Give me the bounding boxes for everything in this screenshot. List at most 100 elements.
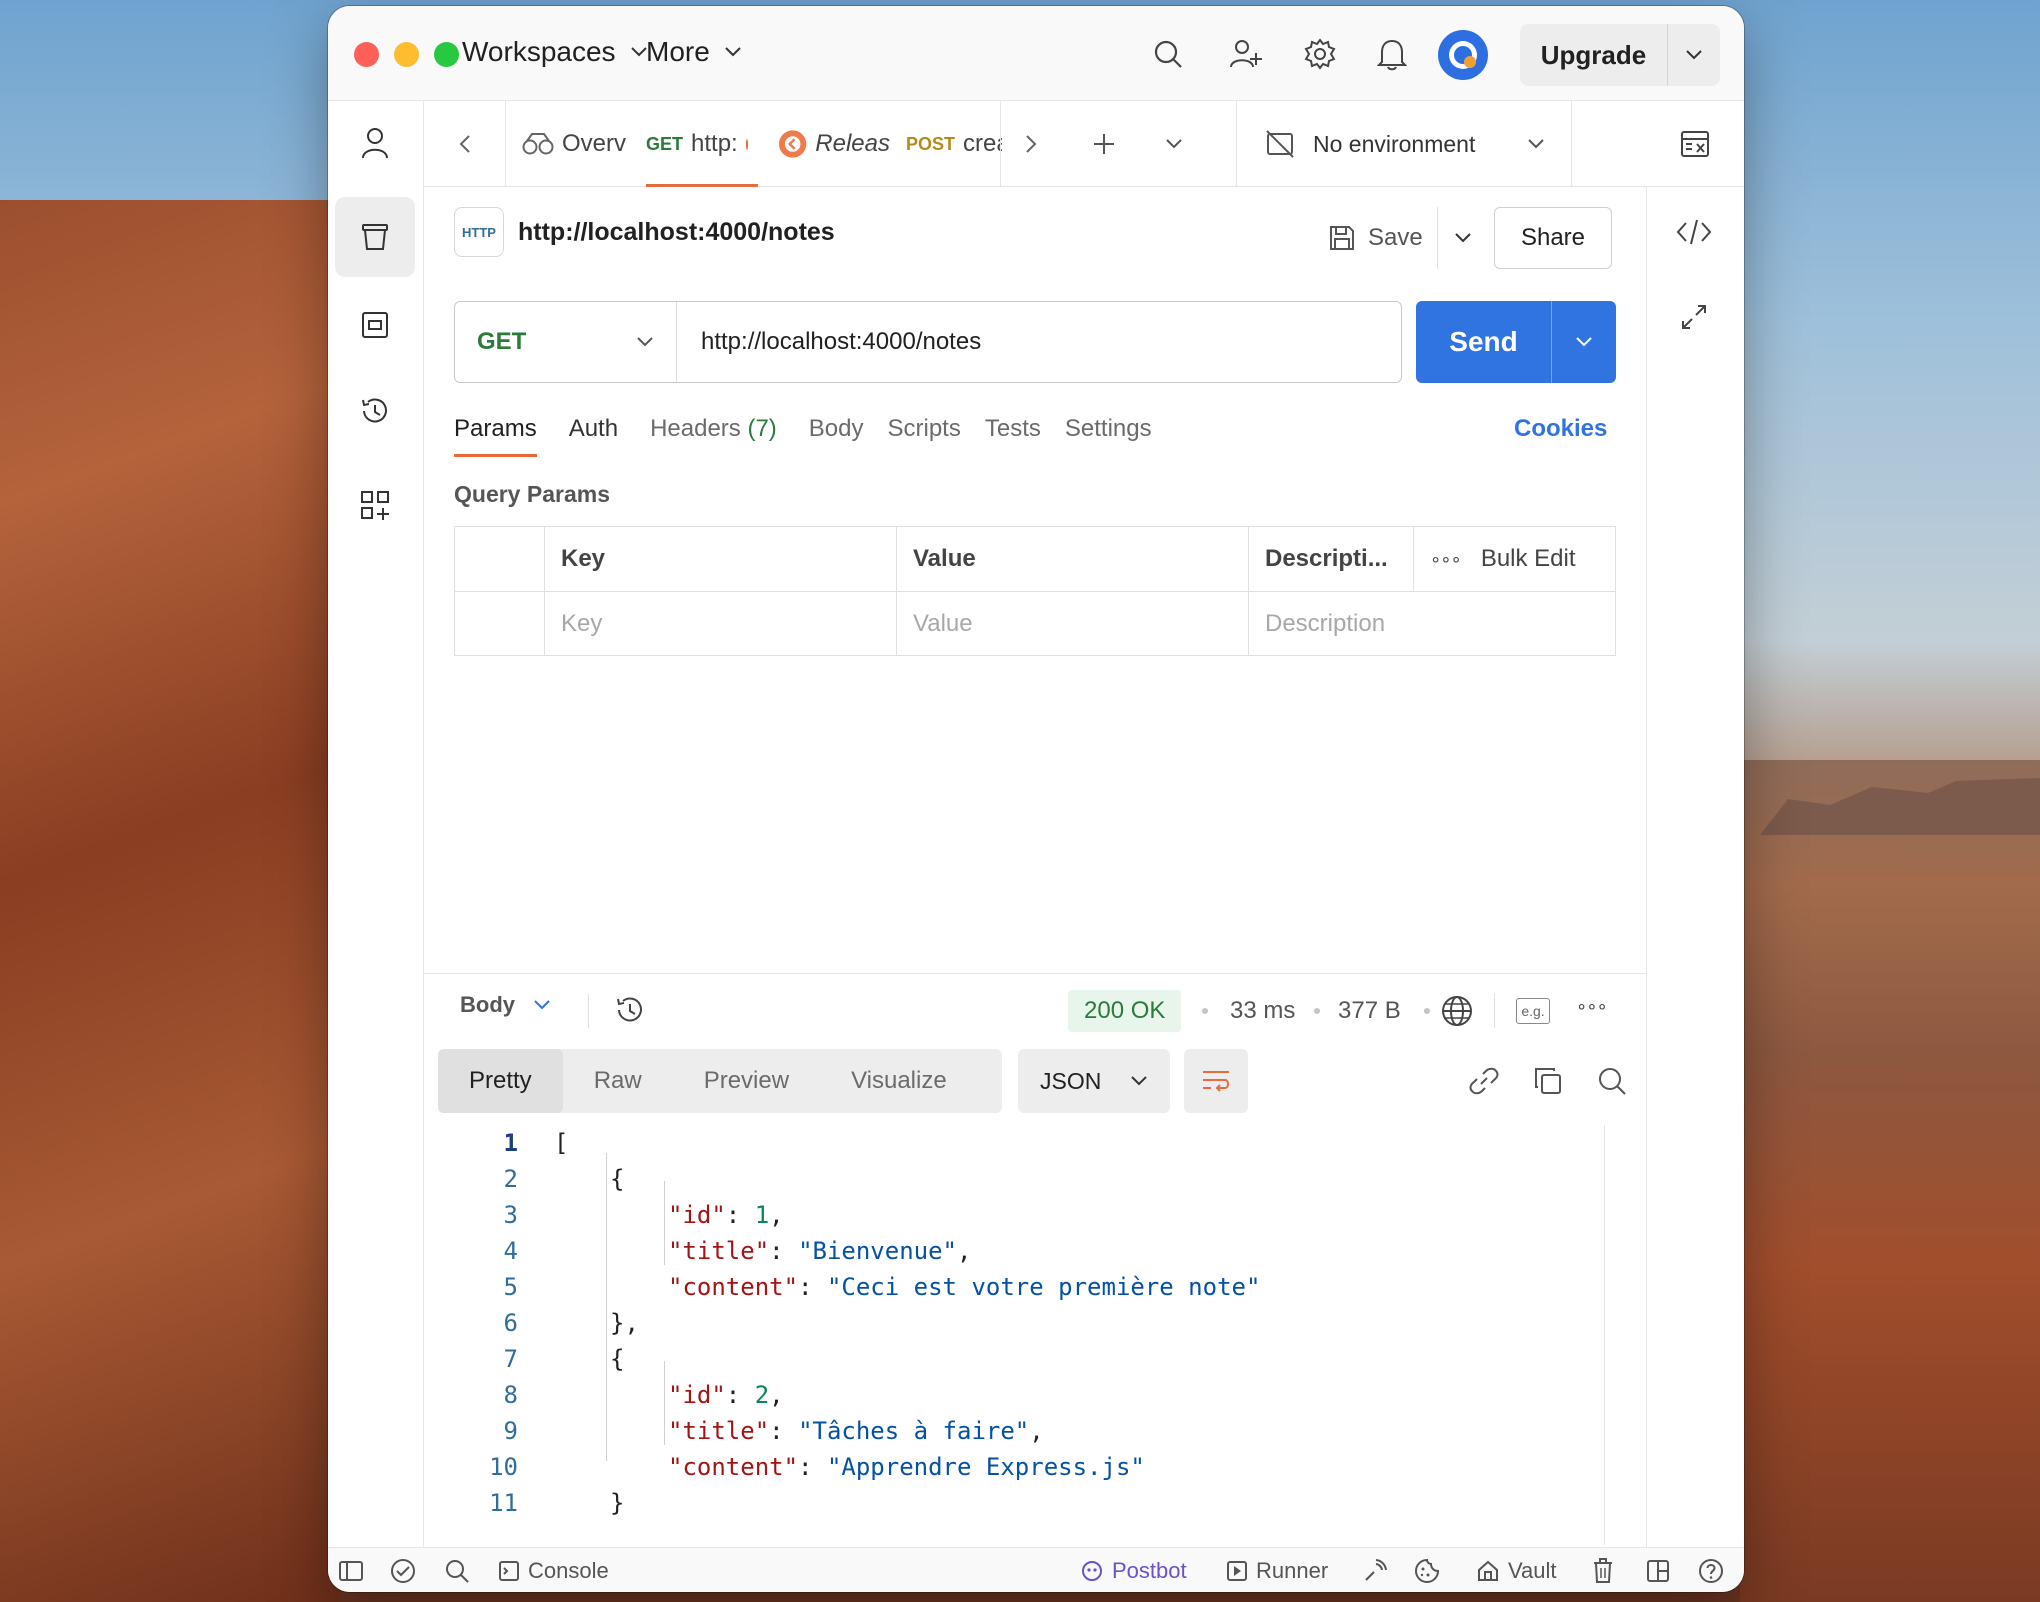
settings-gear-icon[interactable] (1302, 36, 1338, 72)
send-button[interactable]: Send (1416, 301, 1616, 383)
search-icon[interactable] (1150, 36, 1186, 72)
vault-button[interactable]: Vault (1476, 1548, 1557, 1592)
save-disk-icon (1330, 226, 1354, 250)
copy-link-icon[interactable] (1464, 1061, 1504, 1101)
chevron-down-icon (630, 47, 647, 57)
tabs-dropdown-button[interactable] (1144, 101, 1204, 187)
network-globe-icon[interactable] (1440, 994, 1474, 1033)
cookies-link[interactable]: Cookies (1514, 415, 1607, 443)
tab-headers[interactable]: Headers (7) (650, 415, 777, 457)
close-window-button[interactable] (354, 42, 379, 67)
chevron-right-icon (1025, 135, 1036, 153)
status-badge[interactable]: 200 OK (1068, 990, 1182, 1032)
response-time[interactable]: 33 ms (1230, 990, 1295, 1032)
tab-method-get: GET (646, 133, 684, 154)
collapse-expand-icon[interactable] (1680, 303, 1708, 336)
save-options-button[interactable] (1438, 207, 1488, 269)
tab-post-request[interactable]: POST crea (906, 101, 1002, 187)
request-name[interactable]: http://localhost:4000/notes (518, 218, 835, 247)
upgrade-options-button[interactable] (1668, 49, 1720, 61)
response-body-selector[interactable]: Body (460, 992, 551, 1018)
wrap-lines-button[interactable] (1184, 1049, 1248, 1113)
tab-settings[interactable]: Settings (1065, 415, 1152, 457)
cookies-icon[interactable] (1414, 1548, 1440, 1592)
online-status-check-icon[interactable] (390, 1548, 416, 1592)
new-tab-button[interactable] (1074, 101, 1134, 187)
code-scrollbar[interactable] (1604, 1125, 1605, 1545)
more-menu[interactable]: More (646, 36, 742, 68)
tabs-scroll-right-button[interactable] (1000, 101, 1060, 187)
view-visualize-button[interactable]: Visualize (820, 1049, 978, 1113)
save-as-example-button[interactable]: e.g. (1516, 998, 1550, 1024)
trash-icon[interactable] (1592, 1548, 1614, 1592)
save-button[interactable]: Save (1314, 207, 1438, 269)
workspaces-menu[interactable]: Workspaces (462, 36, 648, 68)
zoom-window-button[interactable] (434, 42, 459, 67)
postbot-button[interactable]: Postbot (1080, 1548, 1187, 1592)
help-icon[interactable] (1698, 1548, 1724, 1592)
tab-tests[interactable]: Tests (985, 415, 1041, 457)
tab-body[interactable]: Body (809, 415, 864, 457)
description-input[interactable]: Description (1249, 592, 1615, 655)
view-preview-button[interactable]: Preview (673, 1049, 820, 1113)
sidebar-item-collections[interactable] (335, 197, 415, 277)
share-button[interactable]: Share (1494, 207, 1612, 269)
tab-overview[interactable]: Overv (522, 101, 632, 187)
user-avatar[interactable] (1438, 30, 1488, 80)
more-options-icon[interactable]: ∘∘∘ (1576, 996, 1608, 1017)
console-button[interactable]: Console (498, 1548, 609, 1592)
send-options-button[interactable] (1552, 336, 1616, 348)
tab-auth[interactable]: Auth (569, 415, 618, 457)
environment-selector[interactable]: No environment (1236, 101, 1572, 187)
sidebar-item-history[interactable] (335, 371, 415, 451)
tabs-scroll-left-button[interactable] (424, 101, 506, 187)
sidebar-item-add-apps[interactable] (335, 465, 415, 545)
line-number: 10 (489, 1453, 518, 1481)
postman-window: Workspaces More Upgrade Overv GET http: … (328, 6, 1744, 1592)
code-line: 8 "id": 2, (424, 1377, 1604, 1413)
url-input[interactable] (677, 302, 1401, 382)
view-pretty-button[interactable]: Pretty (438, 1049, 563, 1113)
response-body-code[interactable]: 1 [ 2 { 3 "id": 1, 4 "title": "Bienvenue… (424, 1125, 1604, 1545)
view-raw-button[interactable]: Raw (563, 1049, 673, 1113)
title-bar: Workspaces More Upgrade (328, 6, 1744, 101)
tab-release-notes[interactable]: Releas (778, 101, 890, 187)
upgrade-button[interactable]: Upgrade (1520, 24, 1720, 86)
environment-quick-look-button[interactable] (1646, 101, 1744, 187)
request-tabs: Params Auth Headers (7) Body Scripts Tes… (454, 415, 1152, 457)
tab-params[interactable]: Params (454, 415, 537, 457)
value-input[interactable]: Value (897, 592, 1249, 655)
variables-table-icon (1681, 131, 1709, 157)
separator-dot (1424, 1008, 1430, 1014)
minimize-window-button[interactable] (394, 42, 419, 67)
tab-headers-label: Headers (650, 415, 741, 442)
code-snippet-icon[interactable] (1676, 217, 1712, 252)
response-size[interactable]: 377 B (1338, 990, 1401, 1032)
invite-user-icon[interactable] (1228, 36, 1264, 72)
toggle-sidebar-icon[interactable] (338, 1548, 364, 1592)
format-select[interactable]: JSON (1018, 1049, 1170, 1113)
response-history-icon[interactable] (614, 994, 646, 1031)
right-sidebar-rail (1646, 187, 1744, 1547)
bulk-edit-button[interactable]: Bulk Edit (1481, 545, 1576, 573)
capture-requests-icon[interactable] (1362, 1548, 1388, 1592)
postbot-label: Postbot (1112, 1557, 1187, 1583)
add-widgets-icon (361, 491, 389, 520)
sidebar-item-environments[interactable] (335, 285, 415, 365)
line-number: 5 (503, 1273, 518, 1301)
upgrade-label: Upgrade (1520, 24, 1668, 86)
more-options-icon[interactable]: ∘∘∘ (1430, 549, 1462, 570)
find-search-icon[interactable] (444, 1548, 470, 1592)
two-pane-layout-icon[interactable] (1646, 1548, 1670, 1592)
key-input[interactable]: Key (545, 592, 897, 655)
code-text: { (610, 1345, 625, 1373)
http-method-select[interactable]: GET (455, 302, 677, 382)
runner-button[interactable]: Runner (1226, 1548, 1328, 1592)
tab-get-request[interactable]: GET http: (646, 101, 758, 187)
search-icon[interactable] (1592, 1061, 1632, 1101)
workspaces-label: Workspaces (462, 36, 616, 67)
notifications-bell-icon[interactable] (1374, 36, 1410, 72)
sidebar-item-profile[interactable] (335, 103, 415, 183)
copy-icon[interactable] (1528, 1061, 1568, 1101)
tab-scripts[interactable]: Scripts (888, 415, 961, 457)
